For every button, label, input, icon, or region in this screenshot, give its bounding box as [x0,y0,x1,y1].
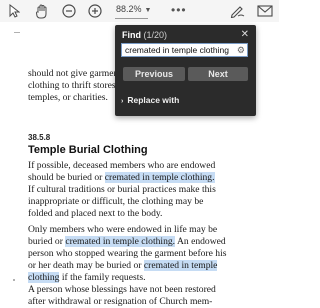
chevron-down-icon: ▼ [144,7,152,14]
search-match-highlight: cremated in temple [143,260,218,271]
find-search-input[interactable]: cremated in temple clothing ⚙ [121,43,248,57]
text-span: An endowed [175,236,226,247]
paragraph-line: or her death may be buried or cremated i… [28,260,218,272]
paragraph-line: If possible, deceased members who are en… [28,160,216,171]
paragraph-line: should be buried or cremated in temple c… [28,172,215,184]
find-panel: Find (1/20) ✕ cremated in temple clothin… [115,25,256,116]
zoom-dropdown[interactable]: 88.2% ▼ [116,4,151,14]
gear-icon[interactable]: ⚙ [237,45,245,56]
search-match-highlight: clothing [28,272,60,283]
replace-with-toggle[interactable]: › Replace with [121,95,179,105]
hand-tool-icon[interactable] [35,3,49,19]
zoom-in-icon[interactable] [88,3,102,19]
text-span: buried or [28,236,66,247]
text-span: if the family requests. [59,272,146,283]
paragraph-line: If cultural traditions or burial practic… [28,184,216,195]
previous-button[interactable]: Previous [123,67,185,81]
paragraph-line: after withdrawal or resignation of Churc… [28,296,213,307]
search-match-highlight: cremated in temple clothing. [65,236,176,247]
paragraph-line: clothing if the family requests. [28,272,146,284]
paragraph-line: A person whose blessings have not been r… [28,284,216,295]
close-icon[interactable]: ✕ [241,29,249,40]
select-cursor-icon[interactable] [8,3,20,19]
page-marker [14,32,20,33]
paragraph-line: clothing to thrift stores, bi [28,80,128,91]
paragraph-line: person who stopped wearing the garment b… [28,248,227,259]
search-match-highlight: cremated in temple clothing. [104,172,215,183]
zoom-value: 88.2% [116,4,142,14]
section-heading: Temple Burial Clothing [28,144,148,156]
zoom-underline [115,18,148,19]
more-options-icon[interactable]: ••• [171,3,187,17]
replace-with-label: Replace with [127,95,180,105]
section-number: 38.5.8 [28,133,51,142]
text-span: should be buried or [28,172,105,183]
find-query: cremated in temple clothing [125,45,229,55]
page-marker-dot [13,279,15,281]
share-mail-icon[interactable] [257,3,273,19]
text-span: or her death may be buried or [28,260,144,271]
find-title: Find (1/20) [122,30,167,40]
paragraph-line: Only members who were endowed in life ma… [28,224,218,235]
paragraph-line: buried or cremated in temple clothing. A… [28,236,226,248]
paragraph-line: temples, or charities. [28,92,108,103]
zoom-out-icon[interactable] [62,3,76,19]
next-button[interactable]: Next [188,67,248,81]
paragraph-line: folded and placed next to the body. [28,208,163,219]
toolbar: 88.2% ▼ ••• [0,0,279,22]
chevron-right-icon: › [121,98,124,105]
find-title-label: Find [122,30,141,40]
sign-pen-icon[interactable] [230,3,246,19]
paragraph-line: inappropriate or difficult, the clothing… [28,196,204,207]
match-count: (1/20) [143,30,168,40]
